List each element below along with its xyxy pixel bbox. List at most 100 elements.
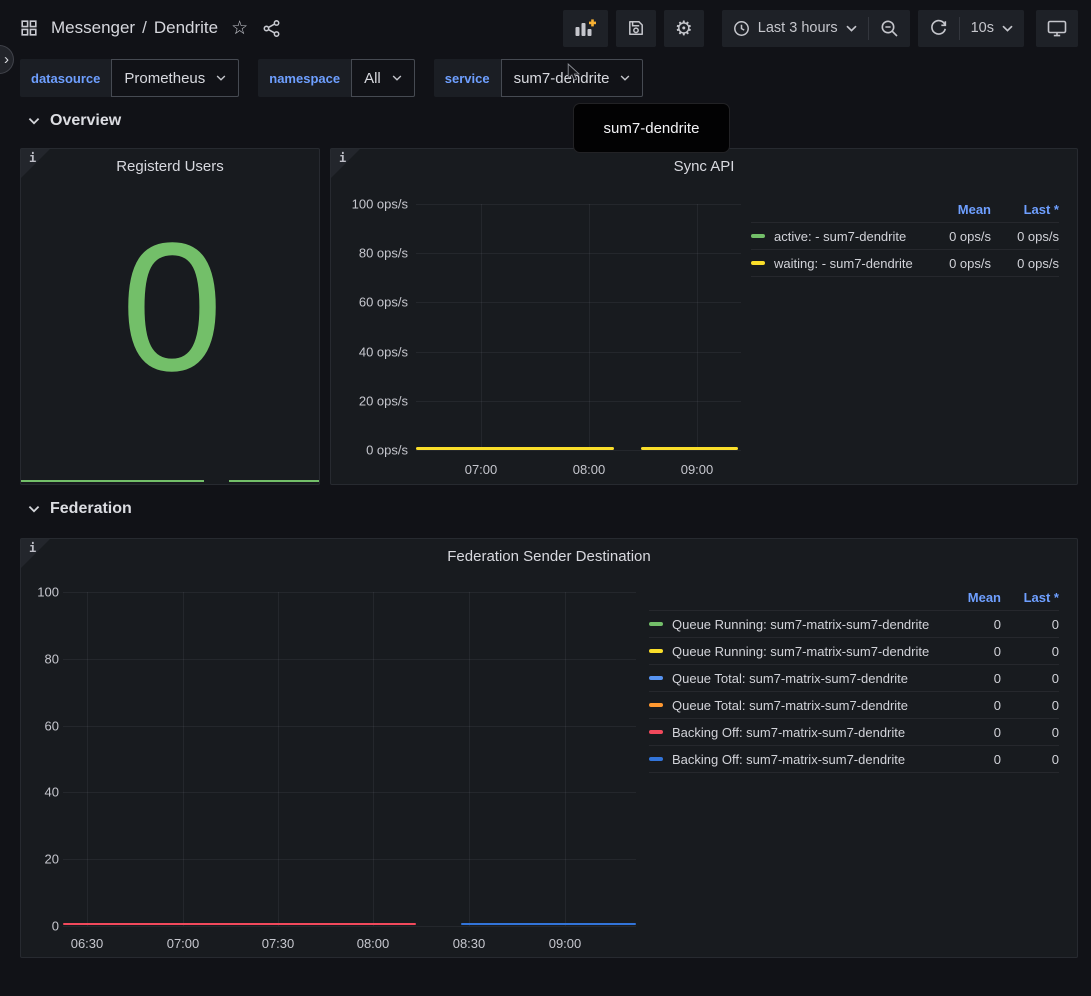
x-tick: 07:30 [262, 936, 295, 951]
panel-registered-users: i Registerd Users 0 [20, 148, 320, 485]
refresh-button[interactable] [918, 10, 959, 47]
save-dashboard-button[interactable] [616, 10, 656, 47]
breadcrumb-folder[interactable]: Messenger [51, 18, 135, 38]
variable-namespace-value: All [364, 70, 381, 87]
gridline [589, 204, 590, 450]
legend-series-label[interactable]: Queue Running: sum7-matrix-sum7-dendrite [649, 644, 941, 659]
service-tooltip: sum7-dendrite [573, 103, 730, 153]
chevron-down-icon [846, 25, 857, 32]
legend-mean-value: 0 ops/s [927, 256, 991, 271]
add-panel-button[interactable] [563, 10, 608, 47]
legend-row: Queue Running: sum7-matrix-sum7-dendrite… [649, 611, 1059, 638]
legend-row: Queue Running: sum7-matrix-sum7-dendrite… [649, 638, 1059, 665]
panel-federation-sender-title[interactable]: Federation Sender Destination [61, 548, 1037, 565]
top-bar: Messenger / Dendrite ☆ ⚙ Last 3 hours [0, 0, 1091, 56]
x-tick: 07:00 [167, 936, 200, 951]
legend-last-value: 0 ops/s [991, 229, 1059, 244]
variable-datasource-picker[interactable]: Prometheus [111, 59, 239, 97]
waiting-series-line-segment [416, 447, 614, 450]
series-color-swatch [649, 676, 663, 680]
refresh-group: 10s [918, 10, 1024, 47]
legend-last-header[interactable]: Last * [991, 202, 1059, 217]
legend-mean-value: 0 [941, 725, 1001, 740]
panel-federation-sender: i Federation Sender Destination 100 80 6… [20, 538, 1078, 958]
series-name: Queue Running: sum7-matrix-sum7-dendrite [672, 617, 929, 632]
series-color-swatch [649, 703, 663, 707]
zoom-out-time-button[interactable] [869, 10, 910, 47]
gridline [697, 204, 698, 450]
variable-datasource-value: Prometheus [124, 70, 205, 87]
dashboards-grid-icon[interactable] [20, 19, 38, 37]
federation-legend: Mean Last * Queue Running: sum7-matrix-s… [649, 584, 1059, 773]
section-overview-title: Overview [50, 112, 121, 130]
panel-sync-api-title[interactable]: Sync API [371, 158, 1037, 175]
gridline [183, 592, 184, 926]
time-picker-group: Last 3 hours [722, 10, 910, 47]
backing-off-blue-line-segment [461, 923, 636, 925]
section-federation-title: Federation [50, 500, 132, 518]
federation-y-axis: 100 80 60 40 20 0 [29, 539, 59, 957]
y-tick: 40 ops/s [359, 345, 408, 360]
legend-mean-header[interactable]: Mean [927, 202, 991, 217]
legend-last-value: 0 [1001, 752, 1059, 767]
add-panel-icon [574, 19, 597, 37]
legend-series-label[interactable]: waiting: - sum7-dendrite [751, 256, 927, 271]
grafana-dashboard: Messenger / Dendrite ☆ ⚙ Last 3 hours [0, 0, 1091, 996]
time-range-button[interactable]: Last 3 hours [722, 10, 868, 47]
variable-namespace-label: namespace [258, 59, 351, 97]
legend-series-label[interactable]: Backing Off: sum7-matrix-sum7-dendrite [649, 725, 941, 740]
section-federation[interactable]: Federation [28, 500, 132, 518]
series-color-swatch [751, 261, 765, 265]
gridline [63, 726, 636, 727]
series-name: Backing Off: sum7-matrix-sum7-dendrite [672, 725, 905, 740]
dashboard-toolbar: ⚙ Last 3 hours 10s [555, 10, 1078, 47]
monitor-icon [1047, 20, 1067, 37]
series-color-swatch [751, 234, 765, 238]
legend-header-row: Mean Last * [751, 196, 1059, 223]
legend-series-label[interactable]: Queue Running: sum7-matrix-sum7-dendrite [649, 617, 941, 632]
gridline [565, 592, 566, 926]
chevron-down-icon [620, 75, 630, 81]
dashboard-settings-button[interactable]: ⚙ [664, 10, 704, 47]
legend-row: active: - sum7-dendrite 0 ops/s 0 ops/s [751, 223, 1059, 250]
legend-last-value: 0 [1001, 725, 1059, 740]
legend-series-label[interactable]: Queue Total: sum7-matrix-sum7-dendrite [649, 698, 941, 713]
gridline [416, 204, 741, 205]
y-tick: 60 ops/s [359, 295, 408, 310]
time-range-label: Last 3 hours [758, 20, 838, 36]
gridline [416, 450, 741, 451]
series-name: active: - sum7-dendrite [774, 229, 906, 244]
gridline [87, 592, 88, 926]
chevron-down-icon [392, 75, 402, 81]
legend-mean-header[interactable]: Mean [941, 590, 1001, 605]
x-tick: 09:00 [681, 462, 714, 477]
legend-series-label[interactable]: Backing Off: sum7-matrix-sum7-dendrite [649, 752, 941, 767]
star-icon[interactable]: ☆ [231, 19, 248, 38]
variable-datasource-label: datasource [20, 59, 111, 97]
federation-plot-area[interactable]: 06:30 07:00 07:30 08:00 08:30 09:00 [63, 592, 636, 926]
section-overview[interactable]: Overview [28, 112, 121, 130]
gear-icon: ⚙ [675, 18, 693, 38]
legend-mean-value: 0 [941, 698, 1001, 713]
y-tick: 100 ops/s [352, 197, 408, 212]
panel-registered-users-title[interactable]: Registerd Users [61, 158, 279, 175]
info-icon: i [29, 151, 36, 165]
sync-api-plot-area[interactable]: 07:00 08:00 09:00 [416, 204, 741, 450]
series-name: Queue Running: sum7-matrix-sum7-dendrite [672, 644, 929, 659]
share-icon[interactable] [262, 19, 281, 38]
legend-series-label[interactable]: Queue Total: sum7-matrix-sum7-dendrite [649, 671, 941, 686]
legend-mean-value: 0 [941, 617, 1001, 632]
breadcrumb-dashboard-title[interactable]: Dendrite [154, 18, 218, 38]
legend-header-row: Mean Last * [649, 584, 1059, 611]
variable-namespace-picker[interactable]: All [351, 59, 415, 97]
legend-series-label[interactable]: active: - sum7-dendrite [751, 229, 927, 244]
y-tick: 40 [45, 785, 59, 800]
cycle-view-mode-button[interactable] [1036, 10, 1078, 47]
gridline [481, 204, 482, 450]
waiting-series-line-segment [641, 447, 738, 450]
legend-last-header[interactable]: Last * [1001, 590, 1059, 605]
chevron-down-icon [28, 117, 40, 125]
x-tick: 08:00 [357, 936, 390, 951]
variable-datasource: datasource Prometheus [20, 59, 239, 97]
refresh-interval-button[interactable]: 10s [960, 10, 1024, 47]
